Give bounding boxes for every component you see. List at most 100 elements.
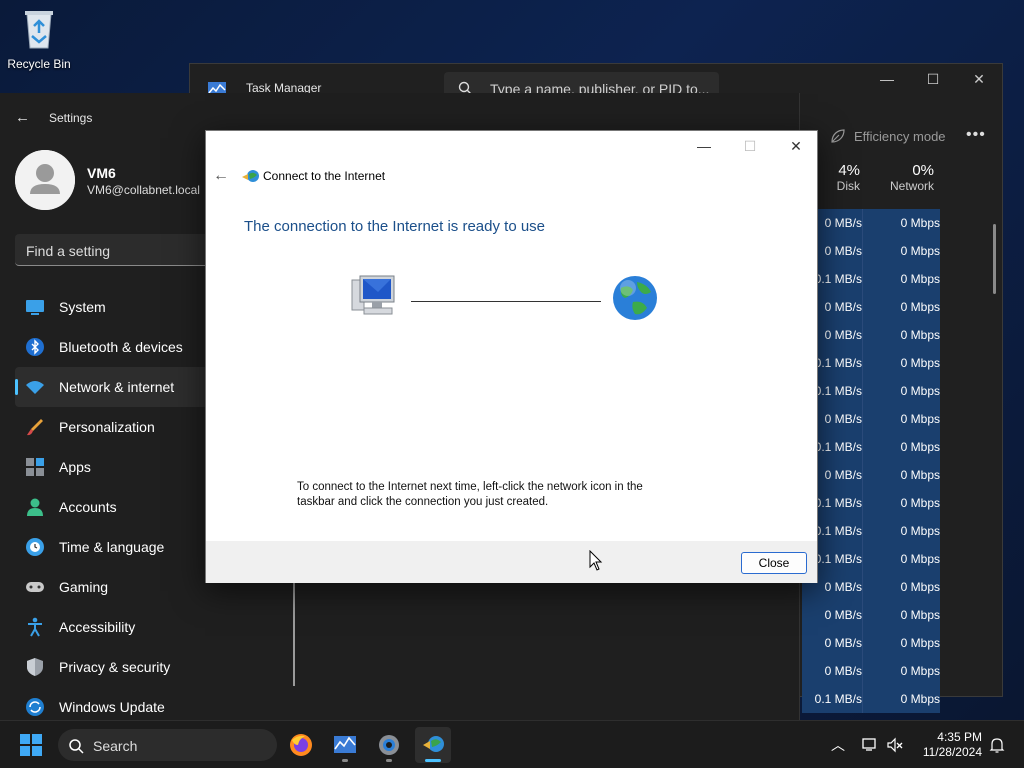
leaf-icon	[831, 129, 845, 143]
firefox-icon	[290, 734, 312, 756]
accessibility-icon	[28, 617, 42, 637]
tm-close-button[interactable]: ✕	[956, 64, 1002, 94]
network-wizard-icon	[242, 170, 259, 182]
table-row[interactable]: 0 MB/s 0 Mbps	[802, 293, 988, 321]
table-row[interactable]: 0 MB/s 0 Mbps	[802, 237, 988, 265]
user-name: VM6	[87, 165, 116, 181]
table-row[interactable]: 0.1 MB/s 0 Mbps	[802, 377, 988, 405]
table-row[interactable]: 0.1 MB/s 0 Mbps	[802, 349, 988, 377]
dialog-heading: The connection to the Internet is ready …	[244, 218, 546, 235]
tray-clock[interactable]: 4:35 PM 11/28/2024	[910, 730, 982, 760]
wizard-title: Connect to the Internet	[263, 169, 386, 183]
running-indicator	[386, 759, 392, 762]
table-row[interactable]: 0 MB/s 0 Mbps	[802, 461, 988, 489]
network-cell: 0 Mbps	[862, 349, 940, 377]
taskbar-firefox[interactable]	[283, 727, 319, 763]
connection-line	[411, 301, 601, 302]
volume-muted-icon[interactable]	[886, 736, 904, 754]
table-row[interactable]: 0 MB/s 0 Mbps	[802, 209, 988, 237]
person-icon	[27, 498, 43, 516]
taskbar: Search ︿ 4:35 PM 11/28/2024	[0, 720, 1024, 768]
sidebar-item-personalization[interactable]: Personalization	[15, 407, 215, 447]
table-row[interactable]: 0.1 MB/s 0 Mbps	[802, 685, 988, 713]
sidebar-item-apps[interactable]: Apps	[15, 447, 215, 487]
dialog-close-x-button[interactable]: ✕	[773, 131, 819, 161]
dialog-close-button[interactable]: Close	[741, 552, 807, 574]
table-row[interactable]: 0 MB/s 0 Mbps	[802, 629, 988, 657]
table-row[interactable]: 0 MB/s 0 Mbps	[802, 321, 988, 349]
sidebar-item-accessibility[interactable]: Accessibility	[15, 607, 215, 647]
find-setting-input[interactable]: Find a setting	[15, 234, 215, 266]
content-divider	[293, 578, 295, 686]
network-wizard-icon	[423, 736, 444, 752]
sidebar-item-accounts[interactable]: Accounts	[15, 487, 215, 527]
sidebar-item-label: Apps	[59, 459, 91, 475]
efficiency-mode-button[interactable]: Efficiency mode	[830, 128, 946, 144]
tm-maximize-button[interactable]: ☐	[910, 64, 956, 94]
sidebar-item-label: System	[59, 299, 106, 315]
windows-start-icon[interactable]	[20, 734, 42, 756]
table-row[interactable]: 0.1 MB/s 0 Mbps	[802, 489, 988, 517]
taskbar-task-manager[interactable]	[327, 727, 363, 763]
sidebar-item-label: Gaming	[59, 579, 109, 595]
more-options-button[interactable]: •••	[966, 126, 986, 144]
back-arrow-icon[interactable]: ←	[15, 109, 30, 126]
user-email: VM6@collabnet.local	[87, 183, 200, 197]
table-row[interactable]: 0.1 MB/s 0 Mbps	[802, 545, 988, 573]
sidebar-item-label: Time & language	[59, 539, 165, 555]
taskbar-network-wizard[interactable]	[415, 727, 451, 763]
bluetooth-icon	[26, 338, 44, 356]
table-row[interactable]: 0.1 MB/s 0 Mbps	[802, 517, 988, 545]
settings-titlebar: ← Settings	[0, 93, 799, 127]
connect-internet-dialog: — ☐ ✕ ← Connect to the Internet The conn…	[205, 130, 818, 583]
sidebar-item-label: Bluetooth & devices	[59, 339, 183, 355]
sidebar-item-time-language[interactable]: Time & language	[15, 527, 215, 567]
sidebar-item-system[interactable]: System	[15, 287, 215, 327]
table-row[interactable]: 0 MB/s 0 Mbps	[802, 405, 988, 433]
network-column-header[interactable]: 0% Network	[862, 162, 934, 210]
table-row[interactable]: 0 MB/s 0 Mbps	[802, 601, 988, 629]
search-icon	[69, 739, 84, 754]
wifi-icon	[26, 381, 44, 394]
table-row[interactable]: 0 MB/s 0 Mbps	[802, 573, 988, 601]
table-row[interactable]: 0.1 MB/s 0 Mbps	[802, 433, 988, 461]
taskbar-search-placeholder: Search	[93, 738, 138, 754]
sidebar-item-network-internet[interactable]: Network & internet	[15, 367, 215, 407]
chevron-up-icon[interactable]: ︿	[831, 735, 845, 755]
wizard-back-icon[interactable]: ←	[213, 167, 229, 185]
sidebar-item-label: Accessibility	[59, 619, 136, 635]
sidebar-item-gaming[interactable]: Gaming	[15, 567, 215, 607]
dialog-footer	[206, 541, 817, 583]
recycle-bin-shortcut[interactable]: Recycle Bin	[4, 6, 74, 71]
mouse-cursor-icon	[589, 550, 603, 571]
task-manager-icon	[334, 736, 356, 753]
dialog-minimize-button[interactable]: —	[681, 131, 727, 161]
table-row[interactable]: 0.1 MB/s 0 Mbps	[802, 265, 988, 293]
notification-bell-icon[interactable]	[988, 736, 1006, 754]
dialog-maximize-button: ☐	[743, 137, 757, 154]
network-label: Network	[889, 179, 934, 193]
network-cell: 0 Mbps	[862, 237, 940, 265]
table-row[interactable]: 0 MB/s 0 Mbps	[802, 657, 988, 685]
network-cell: 0 Mbps	[862, 573, 940, 601]
taskbar-search-box[interactable]: Search	[58, 729, 277, 761]
tm-scrollbar[interactable]	[993, 224, 996, 294]
taskbar-settings[interactable]	[371, 727, 407, 763]
tm-minimize-button[interactable]: —	[864, 64, 910, 94]
globe-icon	[613, 276, 657, 320]
tray-date: 11/28/2024	[922, 745, 982, 759]
sidebar-item-bluetooth-devices[interactable]: Bluetooth & devices	[15, 327, 215, 367]
network-tray-icon[interactable]	[861, 736, 879, 754]
system-icon	[26, 300, 44, 315]
recycle-bin-icon	[25, 11, 53, 49]
sidebar-item-label: Network & internet	[59, 379, 175, 395]
recycle-bin-label: Recycle Bin	[7, 57, 71, 71]
disk-cell: 0.1 MB/s	[802, 685, 862, 713]
disk-cell: 0 MB/s	[802, 629, 862, 657]
network-cell: 0 Mbps	[862, 265, 940, 293]
avatar[interactable]	[15, 150, 75, 210]
dialog-info-text: To connect to the Internet next time, le…	[297, 481, 643, 508]
find-setting-placeholder: Find a setting	[26, 243, 111, 259]
sidebar-item-privacy-security[interactable]: Privacy & security	[15, 647, 215, 687]
network-cell: 0 Mbps	[862, 517, 940, 545]
